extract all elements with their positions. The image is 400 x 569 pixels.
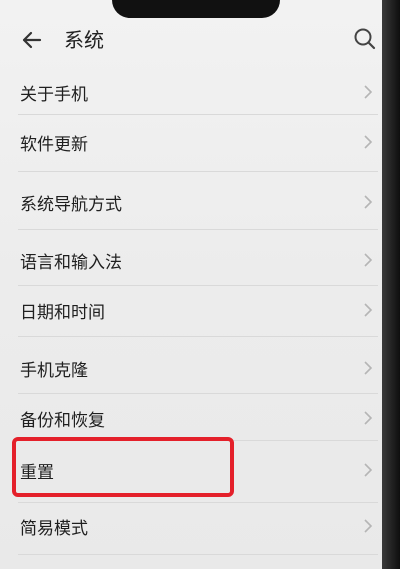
chevron-right-icon <box>364 85 373 99</box>
menu-item-label: 日期和时间 <box>20 303 105 323</box>
divider <box>18 114 378 115</box>
menu-item-label: 系统导航方式 <box>20 195 122 215</box>
menu-item-label: 语言和输入法 <box>20 253 122 273</box>
device-bezel <box>382 0 400 569</box>
menu-item-system-navigation[interactable]: 系统导航方式 <box>0 180 382 224</box>
menu-item-backup-restore[interactable]: 备份和恢复 <box>0 398 382 438</box>
divider <box>18 229 378 230</box>
chevron-right-icon <box>364 519 373 533</box>
menu-item-label: 关于手机 <box>20 85 88 105</box>
chevron-right-icon <box>364 463 373 477</box>
divider <box>18 285 378 286</box>
menu-item-date-time[interactable]: 日期和时间 <box>0 290 382 334</box>
menu-item-about-phone[interactable]: 关于手机 <box>0 72 382 112</box>
chevron-right-icon <box>364 303 373 317</box>
menu-item-software-update[interactable]: 软件更新 <box>0 120 382 164</box>
arrow-left-icon[interactable] <box>18 26 46 54</box>
chevron-right-icon <box>364 411 373 425</box>
highlight-box <box>12 437 234 497</box>
chevron-right-icon <box>364 361 373 375</box>
page-title: 系统 <box>64 28 104 52</box>
menu-item-phone-clone[interactable]: 手机克隆 <box>0 344 382 388</box>
camera-notch <box>112 0 280 18</box>
menu-item-label: 手机克隆 <box>20 361 88 381</box>
divider <box>18 336 378 337</box>
menu-item-language-input[interactable]: 语言和输入法 <box>0 238 382 282</box>
menu-item-label: 简易模式 <box>20 519 88 539</box>
menu-item-label: 软件更新 <box>20 135 88 155</box>
chevron-right-icon <box>364 135 373 149</box>
menu-item-simple-mode[interactable]: 简易模式 <box>0 506 382 550</box>
divider <box>18 502 378 503</box>
app-header: 系统 <box>0 20 382 62</box>
chevron-right-icon <box>364 195 373 209</box>
divider <box>18 554 378 555</box>
divider <box>18 393 378 394</box>
chevron-right-icon <box>364 253 373 267</box>
settings-screen: 系统 关于手机 软件更新 系统导航方式 语言和输入法 日期和时间 手机克隆 备份… <box>0 0 382 569</box>
menu-item-label: 备份和恢复 <box>20 411 105 431</box>
divider <box>18 171 378 172</box>
search-icon[interactable] <box>352 26 378 52</box>
